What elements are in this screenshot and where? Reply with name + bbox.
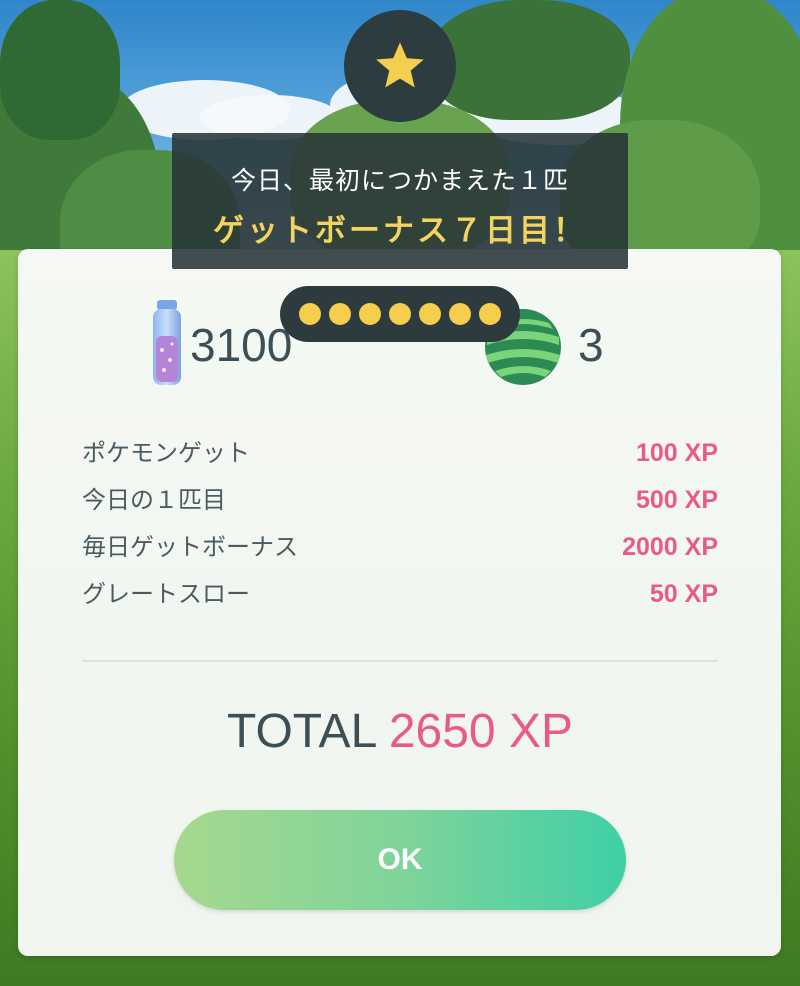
xp-value: 500 XP xyxy=(635,486,718,514)
ok-button[interactable]: OK xyxy=(174,810,626,910)
total-value: 2650 XP xyxy=(388,705,573,758)
star-icon xyxy=(376,42,424,88)
xp-row: 毎日ゲットボーナス 2000 XP xyxy=(82,527,718,567)
stardust-icon xyxy=(153,300,181,385)
total-xp: TOTAL 2650 XP xyxy=(0,700,800,764)
xp-row: ポケモンゲット 100 XP xyxy=(82,433,718,473)
xp-value: 50 XP xyxy=(649,580,718,608)
streak-dot xyxy=(299,303,321,325)
divider xyxy=(82,660,718,662)
xp-row: グレートスロー 50 XP xyxy=(82,574,718,614)
streak-dot xyxy=(389,303,411,325)
xp-label: 毎日ゲットボーナス xyxy=(82,533,298,561)
xp-label: グレートスロー xyxy=(82,580,250,608)
streak-dot xyxy=(359,303,381,325)
star-badge xyxy=(344,10,456,122)
streak-indicator xyxy=(280,286,520,342)
total-label: TOTAL xyxy=(227,705,376,758)
streak-dot xyxy=(449,303,471,325)
streak-dot xyxy=(329,303,351,325)
tree xyxy=(0,0,120,140)
streak-dot xyxy=(419,303,441,325)
bonus-banner: 今日、最初につかまえた１匹 ゲットボーナス７日目！ xyxy=(172,133,628,269)
banner-title: ゲットボーナス７日目！ xyxy=(213,213,587,249)
xp-value: 2000 XP xyxy=(622,533,718,561)
tree xyxy=(430,0,630,120)
xp-value: 100 XP xyxy=(635,439,718,467)
xp-row: 今日の１匹目 500 XP xyxy=(82,480,718,520)
streak-dot xyxy=(479,303,501,325)
stardust-amount: 3100 xyxy=(190,319,293,371)
xp-label: ポケモンゲット xyxy=(82,439,250,467)
xp-label: 今日の１匹目 xyxy=(82,486,226,514)
banner-subtitle: 今日、最初につかまえた１匹 xyxy=(230,166,569,195)
candy-amount: 3 xyxy=(578,319,604,371)
